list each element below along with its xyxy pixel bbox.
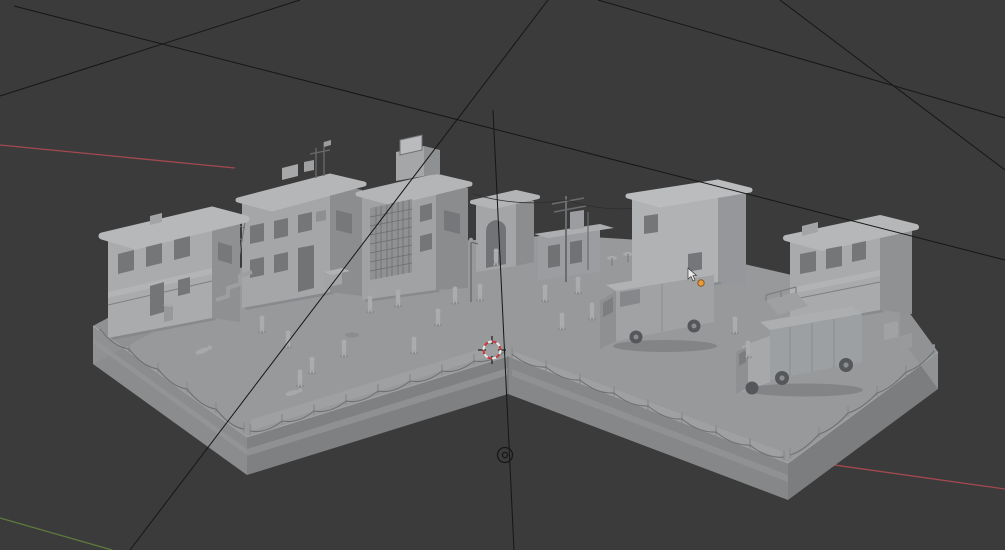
window [250,257,264,278]
side-window [336,210,352,234]
window [644,214,658,234]
window [420,203,432,222]
window [250,223,264,244]
truck-shadow [747,383,863,397]
3d-viewport[interactable] [0,0,1005,550]
truck-wheel-hub [843,362,849,368]
building-arched-doorway[interactable] [470,190,540,272]
building-side-face [516,196,534,266]
van-front [600,291,616,349]
van-shadow [613,340,717,352]
truck-wheel [745,381,759,395]
window [298,212,312,233]
side-window [444,210,460,234]
window [274,218,288,239]
roof-penthouse-side [424,146,440,176]
trash-bin-lid [163,303,174,307]
viewport-canvas[interactable] [0,0,1005,550]
truck-wheel-hub [779,375,785,381]
opening [548,244,560,268]
window [146,243,162,267]
street-lamp-head [468,237,474,243]
window [178,277,190,296]
window [852,241,866,262]
ac-unit [316,210,326,222]
window [420,233,432,252]
window [174,236,190,260]
manhole-cover [345,332,359,338]
window [118,250,134,274]
door [298,245,314,292]
opening [570,240,582,264]
building-side-face [718,186,746,286]
building-side-face [212,214,240,322]
transformer-box [570,210,584,230]
building-side-face [436,180,468,290]
crate [884,321,898,340]
window [826,246,842,269]
object-origin-point[interactable] [697,279,705,287]
door [150,282,164,316]
window [274,252,288,273]
van-wheel-hub [691,323,697,329]
window [800,251,816,274]
van-wheel-hub [633,334,639,340]
building-rounded-roof-left[interactable] [98,206,253,340]
roof-box [304,160,314,172]
